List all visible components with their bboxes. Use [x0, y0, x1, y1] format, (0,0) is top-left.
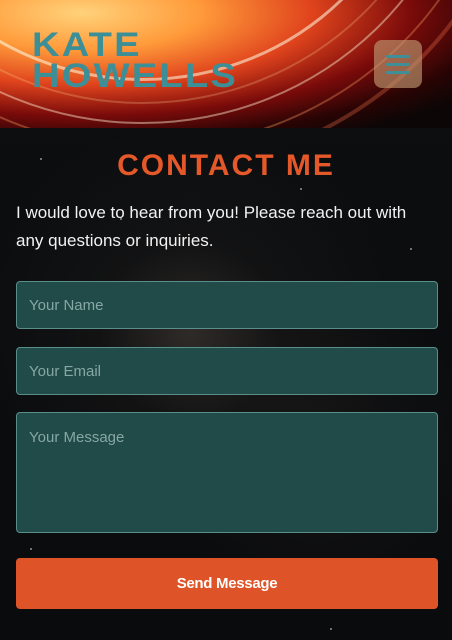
site-logo[interactable]: KATE HOWELLS: [32, 28, 239, 95]
send-message-button[interactable]: Send Message: [16, 558, 438, 609]
contact-page: KATE HOWELLS CONTACT ME I would love to …: [0, 0, 452, 640]
header-banner: KATE HOWELLS: [0, 0, 452, 128]
email-field[interactable]: [16, 347, 438, 395]
logo-line-last: HOWELLS: [32, 57, 239, 95]
hamburger-menu-icon: [386, 54, 410, 58]
hamburger-menu-icon: [386, 70, 410, 74]
name-field[interactable]: [16, 281, 438, 329]
page-title: CONTACT ME: [117, 149, 335, 182]
hamburger-menu-icon: [386, 62, 410, 66]
intro-text: I would love to hear from you! Please re…: [16, 203, 407, 250]
menu-button[interactable]: [374, 40, 422, 88]
message-field[interactable]: [16, 412, 438, 533]
